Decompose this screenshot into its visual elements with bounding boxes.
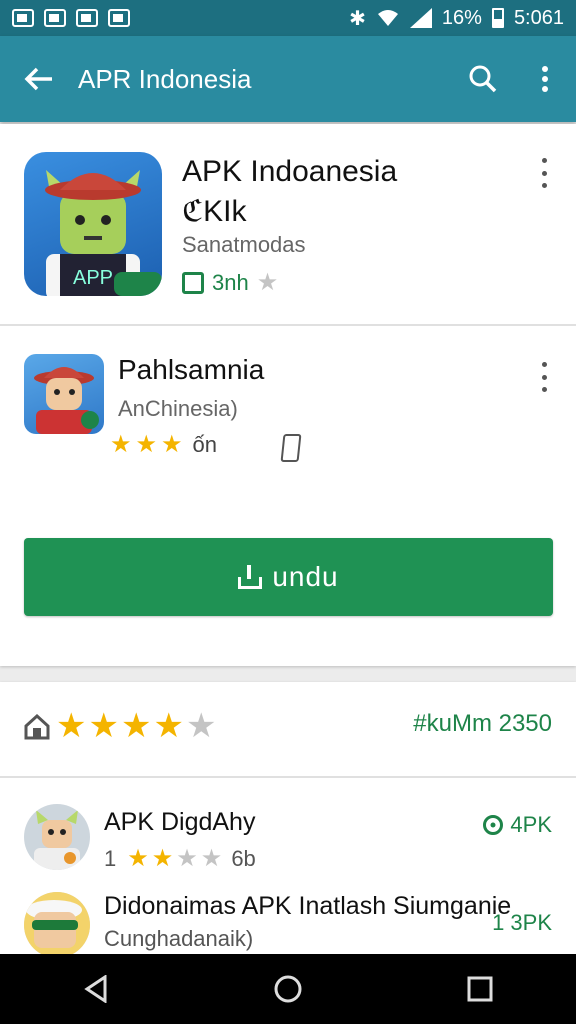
back-button[interactable] [0,36,78,122]
status-bar: ✱ 16% 5:061 [0,0,576,36]
battery-percent: 16% [441,6,482,29]
star-icon: ★ [151,845,174,872]
star-icon: ★ [153,707,184,745]
app-icon[interactable]: APP [24,152,162,296]
star-icon: ★ [161,431,183,458]
list-item-tag: 4PK [482,812,552,838]
star-icon: ★ [56,707,87,745]
home-icon [24,714,50,740]
avatar [24,892,90,954]
rating-count: #kuMm 2350 [413,710,552,737]
star-icon: ★ [120,707,152,745]
second-app-menu-button[interactable] [534,362,554,392]
arrow-left-icon [24,67,52,91]
app-title-line2: ℭKIk [182,195,247,228]
app-title: APK Indoanesia ℭKIk [182,152,512,232]
app-badge: 3nh [212,270,249,295]
list-item-prefix: 1 [104,846,117,871]
second-app-rating-text: ốn [192,432,218,457]
vibrate-icon: ✱ [349,7,366,30]
mascot-icon: APP [45,170,162,296]
list-item-title: APK DigdAhy [104,808,256,836]
wifi-icon [377,10,398,26]
app-developer[interactable]: Sanatmodas [182,232,306,258]
nav-home-button[interactable] [248,959,328,1019]
nav-back-button[interactable] [56,959,136,1019]
star-icon: ★ [127,845,149,872]
install-label: undu [272,561,339,592]
signal-icon [409,8,432,28]
install-button[interactable]: undu [24,538,553,616]
star-icon: ★ [110,431,132,458]
square-recents-icon [467,976,493,1002]
list-item-suffix: 6b [231,846,256,871]
more-vert-icon [542,66,548,92]
second-app-icon[interactable] [24,354,104,434]
star-icon: ★ [256,269,279,296]
reviews-card: ★ ★ ★ ★ ★ #kuMm 2350 APK DigdAhy 1 ★ ★ ★… [0,682,576,954]
app-menu-button[interactable] [534,158,554,188]
gmail-icon [44,9,66,27]
page-title: APR Indonesia [78,63,252,94]
whatsapp-icon [483,815,504,835]
rating-summary[interactable]: ★ ★ ★ ★ ★ #kuMm 2350 [0,682,576,776]
avatar [24,804,90,870]
second-app-title: Pahlsamnia [118,354,265,385]
download-icon [238,565,263,589]
search-button[interactable] [452,36,514,122]
list-item-title: Didonaimas APK Inatlash Siumganie [104,892,512,920]
star-icon: ★ [88,707,119,745]
checkbox-icon [182,272,204,294]
search-icon [469,65,497,93]
app-meta: 3nh ★ [182,270,278,296]
navigation-bar [0,954,576,1024]
notification-icon [12,9,34,27]
list-item-tag: 1 3PK [492,910,552,935]
app-detail-card: APP APK Indoanesia ℭKIk Sanatmodas 3nh ★… [0,124,576,666]
clock: 5:061 [513,6,564,29]
second-app-rating: ★ ★ ★ ốn [110,432,217,458]
rating-stars: ★ ★ ★ ★ ★ [56,708,216,744]
divider [0,324,576,326]
list-item-rating: 1 ★ ★ ★ ★ 6b [104,846,256,872]
app-title-line1: APK Indoanesia [182,155,398,188]
triangle-back-icon [84,975,107,1003]
battery-icon [491,8,504,28]
svg-text:APP: APP [73,267,113,289]
chat-icon [108,9,130,27]
phone-icon [280,434,302,462]
mascot-small-icon [34,367,99,434]
list-item[interactable]: APK DigdAhy 1 ★ ★ ★ ★ 6b 4PK [0,792,576,892]
list-item[interactable]: Didonaimas APK Inatlash Siumganie Cungha… [0,892,576,954]
star-icon: ★ [176,845,198,872]
star-icon: ★ [185,707,217,745]
star-icon: ★ [200,845,223,872]
divider [0,776,576,778]
overflow-menu-button[interactable] [514,36,576,122]
nav-recents-button[interactable] [440,959,520,1019]
star-icon: ★ [135,431,158,458]
circle-home-icon [274,975,302,1003]
list-item-subtitle: Cunghadanaik) [104,926,254,951]
second-app-developer: AnChinesia) [118,396,238,421]
app-bar: APR Indonesia [0,36,576,122]
media-icon [76,9,98,27]
list-item-tag-text: 4PK [510,812,552,837]
